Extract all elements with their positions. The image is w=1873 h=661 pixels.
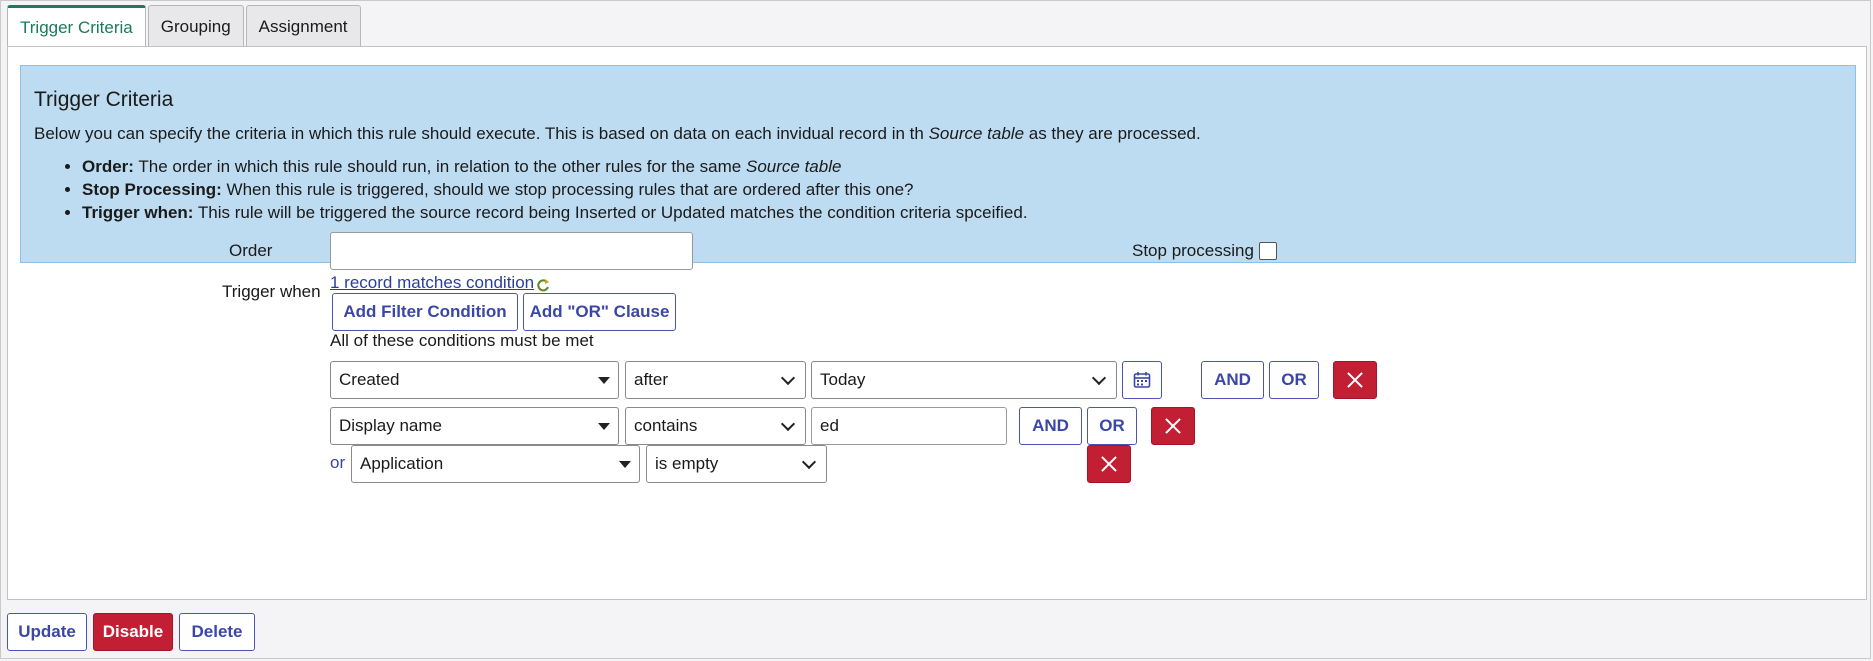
add-filter-condition-button[interactable]: Add Filter Condition xyxy=(332,293,518,331)
stop-processing-label: Stop processing xyxy=(1132,241,1254,260)
condition-2-field-value: Display name xyxy=(339,416,442,435)
add-or-clause-button[interactable]: Add "OR" Clause xyxy=(523,293,676,331)
condition-3-field-select[interactable]: Application xyxy=(351,445,640,483)
all-conditions-text: All of these conditions must be met xyxy=(330,331,594,350)
update-button[interactable]: Update xyxy=(7,613,87,651)
calendar-icon xyxy=(1133,372,1151,388)
disable-button[interactable]: Disable xyxy=(93,613,173,651)
info-bullet-order: Order: The order in which this rule shou… xyxy=(82,156,1842,177)
condition-3-operator-select[interactable]: is empty xyxy=(646,445,827,483)
info-box: Trigger Criteria Below you can specify t… xyxy=(20,65,1856,263)
delete-button[interactable]: Delete xyxy=(179,613,255,651)
condition-2-operator-value: contains xyxy=(634,416,698,435)
info-bullet-trigger: Trigger when: This rule will be triggere… xyxy=(82,202,1842,223)
order-input[interactable] xyxy=(330,232,693,270)
or-prefix-label: or xyxy=(330,453,346,472)
trigger-when-label: Trigger when xyxy=(222,282,321,301)
condition-2-field-select[interactable]: Display name xyxy=(330,407,619,445)
record-match-link[interactable]: 1 record matches condition xyxy=(330,273,534,293)
info-bullets: Order: The order in which this rule shou… xyxy=(34,156,1842,223)
caret-down-icon xyxy=(598,376,610,384)
tab-trigger-criteria[interactable]: Trigger Criteria xyxy=(7,5,146,48)
condition-1-field-value: Created xyxy=(339,370,400,389)
tab-assignment[interactable]: Assignment xyxy=(245,5,361,47)
condition-3-field-value: Application xyxy=(360,454,444,473)
condition-3-operator-value: is empty xyxy=(655,454,719,473)
calendar-button[interactable] xyxy=(1122,361,1162,399)
chevron-down-icon xyxy=(780,370,796,385)
tab-bar: Trigger Criteria Grouping Assignment xyxy=(7,5,363,48)
condition-1-field-select[interactable]: Created xyxy=(330,361,619,399)
info-intro: Below you can specify the criteria in wh… xyxy=(34,124,1201,143)
chevron-down-icon xyxy=(801,454,817,469)
condition-3-delete-button[interactable] xyxy=(1087,445,1131,483)
refresh-icon[interactable] xyxy=(536,277,550,293)
close-icon xyxy=(1347,372,1363,388)
order-label: Order xyxy=(229,241,273,260)
condition-1-value: Today xyxy=(820,370,866,389)
condition-1-operator-select[interactable]: after xyxy=(625,361,806,399)
tab-panel: Trigger Criteria Below you can specify t… xyxy=(7,46,1867,600)
chevron-down-icon xyxy=(780,416,796,431)
caret-down-icon xyxy=(619,460,631,468)
condition-2-value-input[interactable]: ed xyxy=(811,407,1007,445)
condition-1-operator-value: after xyxy=(634,370,669,389)
caret-down-icon xyxy=(598,422,610,430)
condition-2-or-button[interactable]: OR xyxy=(1087,407,1137,445)
condition-1-delete-button[interactable] xyxy=(1333,361,1377,399)
condition-2-delete-button[interactable] xyxy=(1151,407,1195,445)
tab-grouping[interactable]: Grouping xyxy=(147,5,244,47)
info-bullet-stop: Stop Processing: When this rule is trigg… xyxy=(82,179,1842,200)
condition-2-operator-select[interactable]: contains xyxy=(625,407,806,445)
info-title: Trigger Criteria xyxy=(34,88,174,111)
close-icon xyxy=(1165,418,1181,434)
condition-1-or-button[interactable]: OR xyxy=(1269,361,1319,399)
close-icon xyxy=(1101,456,1117,472)
match-link-wrap: 1 record matches condition xyxy=(330,273,550,293)
condition-1-value-select[interactable]: Today xyxy=(811,361,1117,399)
condition-1-and-button[interactable]: AND xyxy=(1201,361,1264,399)
stop-processing-checkbox[interactable] xyxy=(1259,242,1277,260)
chevron-down-icon xyxy=(1091,370,1107,385)
condition-2-and-button[interactable]: AND xyxy=(1019,407,1082,445)
